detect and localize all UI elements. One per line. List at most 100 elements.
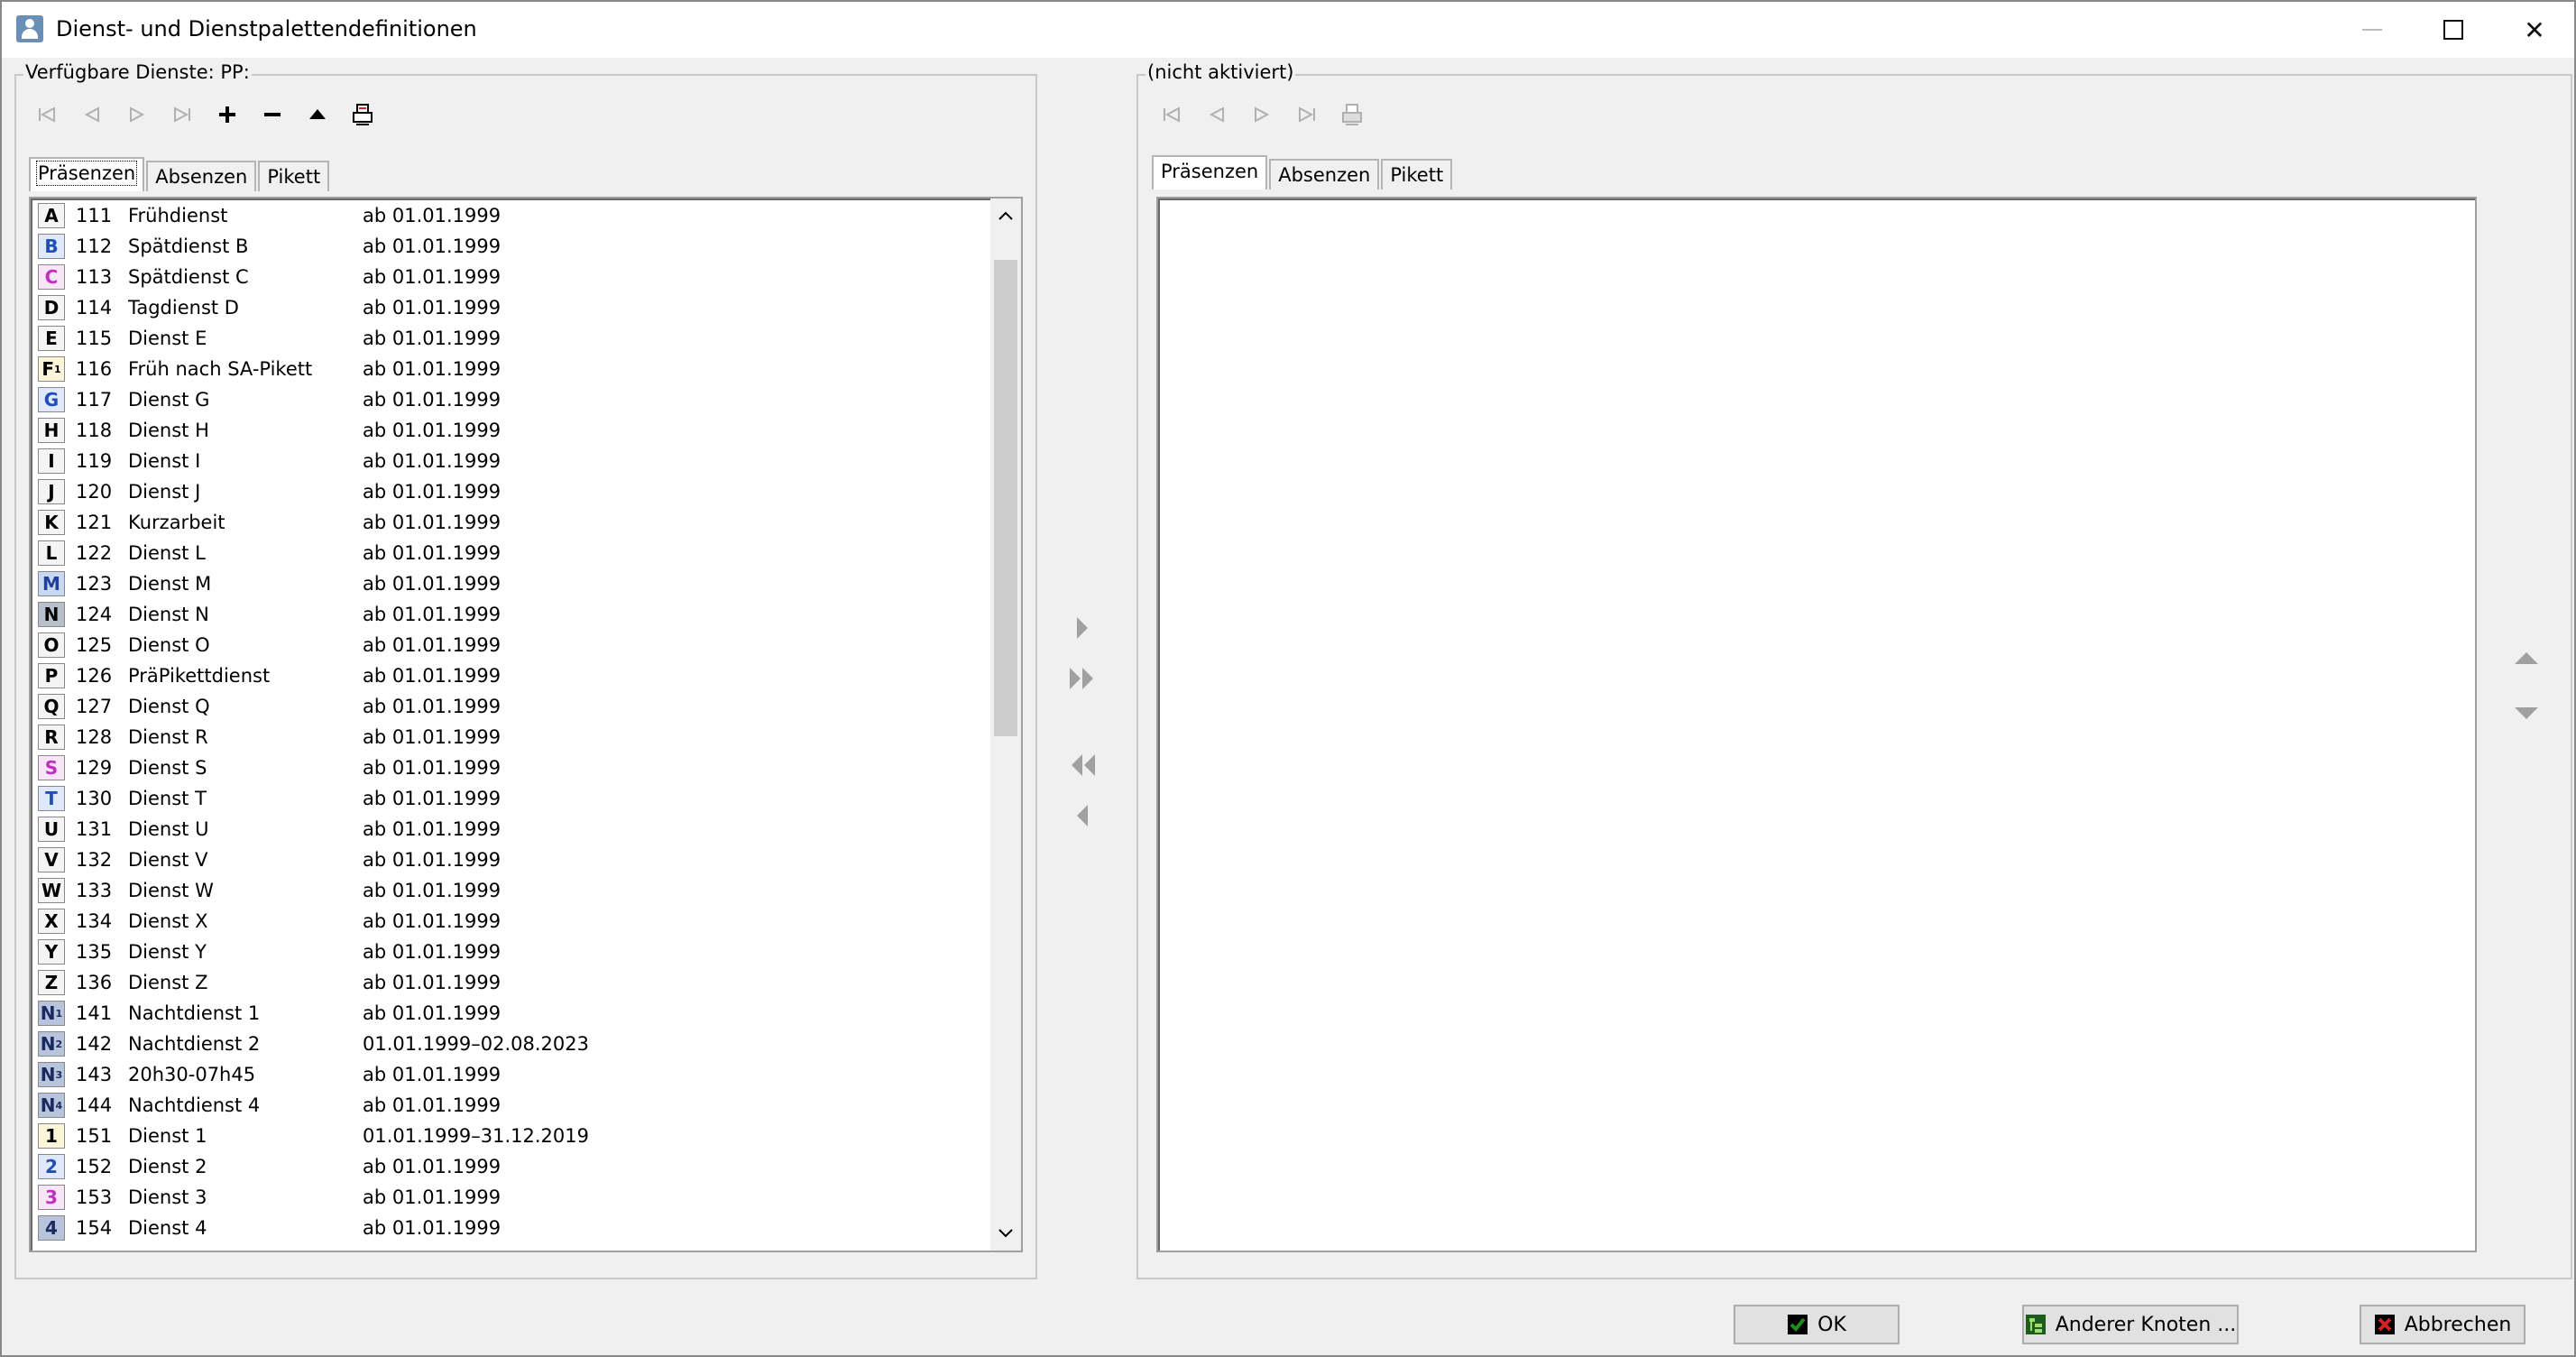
list-item[interactable]: E 115 Dienst E ab 01.01.1999 [31, 323, 987, 354]
list-item[interactable]: 4 154 Dienst 4 ab 01.01.1999 [31, 1213, 987, 1243]
scroll-up-button[interactable] [990, 202, 1021, 229]
service-code-icon: T [38, 786, 65, 811]
service-code-icon: G [38, 387, 65, 412]
right-toolbar [1149, 97, 1375, 133]
list-item[interactable]: R 128 Dienst R ab 01.01.1999 [31, 722, 987, 752]
available-services-list[interactable]: A 111 Frühdienst ab 01.01.1999 B 112 Spätdiens… [29, 197, 1023, 1252]
palette-move-up-button[interactable] [2504, 639, 2549, 678]
service-name: Dienst H [128, 420, 209, 441]
tab-praesenzen[interactable]: Präsenzen [29, 157, 145, 191]
right-next-record-button[interactable] [1239, 97, 1284, 133]
move-left-button[interactable] [1060, 796, 1105, 835]
list-item[interactable]: I 119 Dienst I ab 01.01.1999 [31, 446, 987, 476]
list-item[interactable]: Y 135 Dienst Y ab 01.01.1999 [31, 937, 987, 967]
service-code-icon: 1 [38, 1123, 65, 1149]
right-last-record-button[interactable] [1284, 97, 1329, 133]
prev-record-button[interactable] [69, 97, 115, 133]
right-tab-pikett[interactable]: Pikett [1381, 159, 1453, 189]
add-button[interactable] [205, 97, 250, 133]
list-item[interactable]: B 112 Spätdienst B ab 01.01.1999 [31, 231, 987, 262]
service-validity: ab 01.01.1999 [363, 910, 501, 932]
service-name: Frühdienst [128, 205, 228, 226]
move-up-button[interactable] [295, 97, 340, 133]
remove-button[interactable] [250, 97, 295, 133]
service-code-icon: X [38, 909, 65, 934]
move-right-button[interactable] [1060, 608, 1105, 648]
ok-button[interactable]: OK [1734, 1305, 1900, 1344]
list-item[interactable]: A 111 Frühdienst ab 01.01.1999 [31, 200, 987, 231]
last-record-icon [174, 106, 190, 123]
first-record-button[interactable] [24, 97, 69, 133]
list-item[interactable]: N 2 142 Nachtdienst 2 01.01.1999–02.08.2023 [31, 1029, 987, 1059]
palette-list[interactable] [1156, 197, 2477, 1252]
service-validity: ab 01.01.1999 [363, 941, 501, 963]
list-item[interactable]: L 122 Dienst L ab 01.01.1999 [31, 538, 987, 568]
list-item[interactable]: T 130 Dienst T ab 01.01.1999 [31, 783, 987, 814]
right-first-record-button[interactable] [1149, 97, 1194, 133]
palette-move-down-button[interactable] [2504, 693, 2549, 733]
list-item[interactable]: Z 136 Dienst Z ab 01.01.1999 [31, 967, 987, 998]
tab-pikett[interactable]: Pikett [258, 161, 330, 191]
other-node-button[interactable]: Anderer Knoten ... [2022, 1305, 2239, 1344]
service-code-icon: R [38, 725, 65, 750]
app-user-icon [16, 15, 43, 42]
list-item[interactable]: N 3 143 20h30-07h45 ab 01.01.1999 [31, 1059, 987, 1090]
list-item[interactable]: C 113 Spätdienst C ab 01.01.1999 [31, 262, 987, 292]
window-title: Dienst- und Dienstpalettendefinitionen [56, 16, 477, 42]
right-tab-praesenzen[interactable]: Präsenzen [1152, 155, 1268, 189]
list-item[interactable]: N 4 144 Nachtdienst 4 ab 01.01.1999 [31, 1090, 987, 1121]
list-item[interactable]: D 114 Tagdienst D ab 01.01.1999 [31, 292, 987, 323]
scroll-thumb[interactable] [994, 260, 1017, 736]
print-button[interactable] [340, 97, 385, 133]
list-item[interactable]: V 132 Dienst V ab 01.01.1999 [31, 845, 987, 875]
list-item[interactable]: W 133 Dienst W ab 01.01.1999 [31, 875, 987, 906]
service-name: Dienst N [128, 604, 209, 625]
service-code-icon: N3 [38, 1062, 65, 1087]
right-tab-absenzen[interactable]: Absenzen [1269, 159, 1380, 189]
service-code-icon: V [38, 847, 65, 872]
triangle-up-icon [309, 109, 326, 119]
list-item[interactable]: X 134 Dienst X ab 01.01.1999 [31, 906, 987, 937]
list-item[interactable]: Q 127 Dienst Q ab 01.01.1999 [31, 691, 987, 722]
list-item[interactable]: N 124 Dienst N ab 01.01.1999 [31, 599, 987, 630]
close-button[interactable]: ✕ [2494, 2, 2575, 58]
move-all-left-button[interactable] [1060, 745, 1105, 785]
minimize-button[interactable] [2332, 2, 2413, 58]
cancel-x-icon [2374, 1314, 2396, 1335]
list-item[interactable]: 2 152 Dienst 2 ab 01.01.1999 [31, 1151, 987, 1182]
service-code-icon: S [38, 755, 65, 780]
list-item[interactable]: G 117 Dienst G ab 01.01.1999 [31, 384, 987, 415]
list-item[interactable]: J 120 Dienst J ab 01.01.1999 [31, 476, 987, 507]
service-validity: ab 01.01.1999 [363, 818, 501, 840]
cancel-button[interactable]: Abbrechen [2360, 1305, 2525, 1344]
service-name: Dienst I [128, 450, 201, 472]
list-item[interactable]: 1 151 Dienst 1 01.01.1999–31.12.2019 [31, 1121, 987, 1151]
vertical-scrollbar[interactable] [990, 198, 1021, 1251]
list-item[interactable]: H 118 Dienst H ab 01.01.1999 [31, 415, 987, 446]
tab-absenzen[interactable]: Absenzen [146, 161, 257, 191]
next-record-icon [130, 106, 145, 123]
move-all-right-button[interactable] [1060, 659, 1105, 698]
right-prev-record-button[interactable] [1194, 97, 1239, 133]
list-item[interactable]: P 126 PräPikettdienst ab 01.01.1999 [31, 660, 987, 691]
list-item[interactable]: 3 153 Dienst 3 ab 01.01.1999 [31, 1182, 987, 1213]
service-number: 126 [76, 665, 113, 687]
service-number: 120 [76, 481, 113, 503]
right-print-button[interactable] [1329, 97, 1375, 133]
last-record-button[interactable] [160, 97, 205, 133]
list-item[interactable]: U 131 Dienst U ab 01.01.1999 [31, 814, 987, 845]
next-record-button[interactable] [115, 97, 160, 133]
service-validity: ab 01.01.1999 [363, 266, 501, 288]
list-item[interactable]: S 129 Dienst S ab 01.01.1999 [31, 752, 987, 783]
list-item[interactable]: K 121 Kurzarbeit ab 01.01.1999 [31, 507, 987, 538]
list-item[interactable]: O 125 Dienst O ab 01.01.1999 [31, 630, 987, 660]
list-item[interactable]: M 123 Dienst M ab 01.01.1999 [31, 568, 987, 599]
list-item[interactable]: F 1 116 Früh nach SA-Pikett ab 01.01.1999 [31, 354, 987, 384]
service-code-icon: Y [38, 939, 65, 965]
service-number: 128 [76, 726, 113, 748]
scroll-down-button[interactable] [990, 1220, 1021, 1247]
service-name: Dienst 1 [128, 1125, 207, 1147]
list-item[interactable]: N 1 141 Nachtdienst 1 ab 01.01.1999 [31, 998, 987, 1029]
maximize-button[interactable] [2413, 2, 2494, 58]
service-number: 116 [76, 358, 113, 380]
